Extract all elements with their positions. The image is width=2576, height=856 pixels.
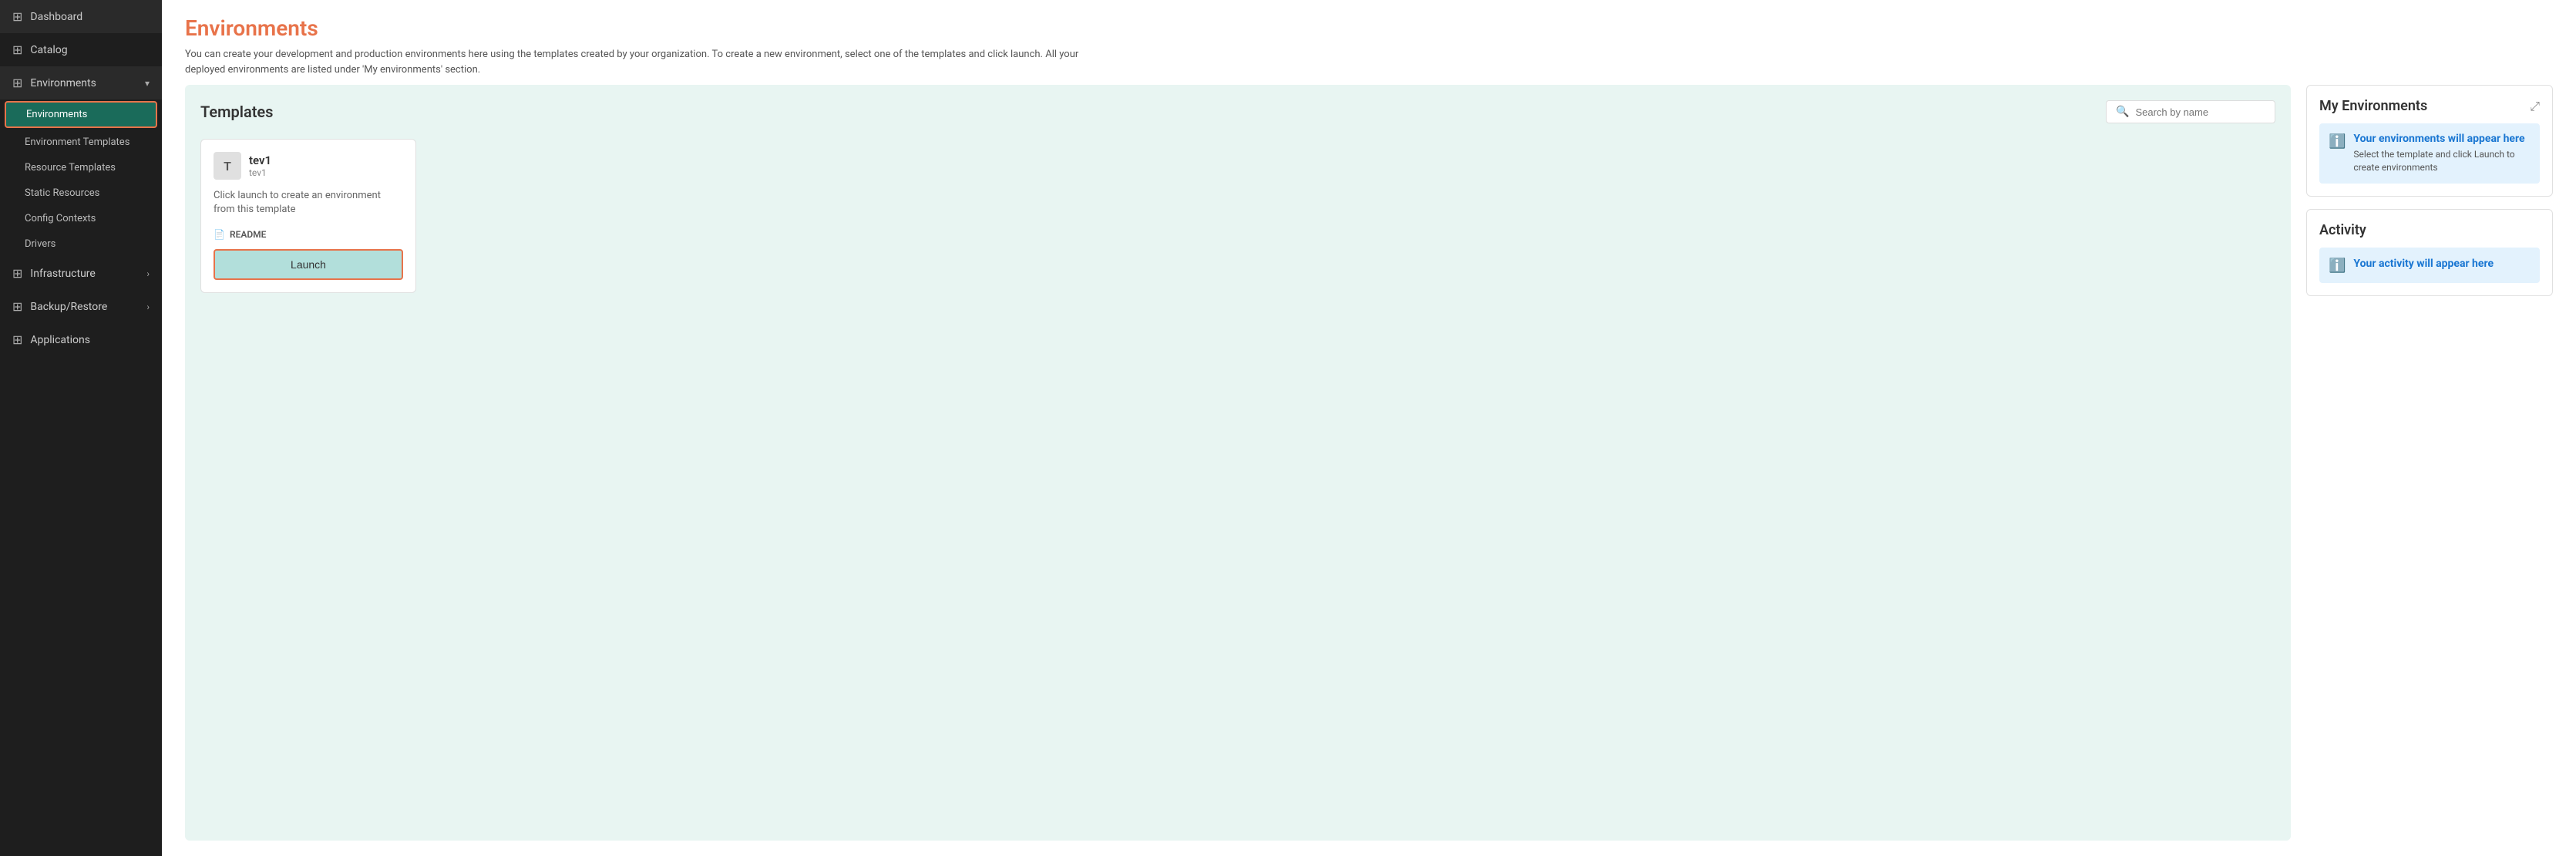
section-title-row: My Environments ⤢ xyxy=(2319,98,2540,114)
environments-icon: ⊞ xyxy=(12,76,22,90)
sidebar-label-resource-templates: Resource Templates xyxy=(25,162,116,174)
launch-button[interactable]: Launch xyxy=(214,249,403,280)
environments-empty-box: ℹ️ Your environments will appear here Se… xyxy=(2319,123,2540,184)
template-card: T tev1 tev1 Click launch to create an en… xyxy=(200,139,416,293)
sidebar-item-dashboard[interactable]: ⊞ Dashboard xyxy=(0,0,162,33)
activity-info-icon: ℹ️ xyxy=(2329,258,2346,274)
chevron-right-icon: › xyxy=(146,268,150,279)
activity-empty-title: Your activity will appear here xyxy=(2353,258,2494,270)
expand-icon[interactable]: ⤢ xyxy=(2530,99,2540,114)
sidebar-item-config-contexts[interactable]: Config Contexts xyxy=(0,206,162,231)
sidebar-label-catalog: Catalog xyxy=(30,44,67,56)
sidebar-label-backup: Backup/Restore xyxy=(30,301,107,313)
sidebar-label-config-contexts: Config Contexts xyxy=(25,213,96,224)
templates-panel: Templates 🔍 T tev1 tev1 Click launch to … xyxy=(185,85,2291,841)
infrastructure-icon: ⊞ xyxy=(12,266,22,281)
template-info: tev1 tev1 xyxy=(249,153,271,178)
chevron-down-icon: ▾ xyxy=(145,78,150,89)
info-icon: ℹ️ xyxy=(2329,133,2346,150)
sidebar-label-environments-sub: Environments xyxy=(26,109,87,120)
readme-icon: 📄 xyxy=(214,229,225,240)
page-description: You can create your development and prod… xyxy=(185,47,1110,77)
sidebar: ⊞ Dashboard ⊞ Catalog ⊞ Environments ▾ E… xyxy=(0,0,162,856)
readme-label: README xyxy=(230,229,266,240)
sidebar-label-drivers: Drivers xyxy=(25,238,55,250)
right-panel: My Environments ⤢ ℹ️ Your environments w… xyxy=(2306,85,2553,841)
template-name: tev1 xyxy=(249,153,271,167)
template-card-header: T tev1 tev1 xyxy=(214,152,403,180)
backup-icon: ⊞ xyxy=(12,299,22,314)
sidebar-item-backup-restore[interactable]: ⊞ Backup/Restore › xyxy=(0,290,162,323)
content-area: Templates 🔍 T tev1 tev1 Click launch to … xyxy=(162,85,2576,856)
my-environments-section: My Environments ⤢ ℹ️ Your environments w… xyxy=(2306,85,2553,197)
search-box[interactable]: 🔍 xyxy=(2106,100,2275,123)
sidebar-item-resource-templates[interactable]: Resource Templates xyxy=(0,155,162,180)
page-header: Environments You can create your develop… xyxy=(162,0,2576,85)
template-description: Click launch to create an environment fr… xyxy=(214,189,403,217)
sidebar-label-env-templates: Environment Templates xyxy=(25,136,129,148)
sidebar-item-environment-templates[interactable]: Environment Templates xyxy=(0,130,162,155)
environments-empty-text: Your environments will appear here Selec… xyxy=(2353,133,2531,174)
activity-empty-box: ℹ️ Your activity will appear here xyxy=(2319,248,2540,283)
sidebar-label-environments: Environments xyxy=(30,77,96,89)
sidebar-label-static-resources: Static Resources xyxy=(25,187,99,199)
environments-empty-subtitle: Select the template and click Launch to … xyxy=(2353,148,2531,174)
activity-title: Activity xyxy=(2319,222,2540,238)
chevron-right-icon-2: › xyxy=(146,302,150,312)
sidebar-label-infrastructure: Infrastructure xyxy=(30,268,95,280)
templates-header: Templates 🔍 xyxy=(200,100,2275,123)
my-environments-title: My Environments xyxy=(2319,98,2427,114)
sidebar-item-environments[interactable]: Environments xyxy=(5,101,157,128)
catalog-icon: ⊞ xyxy=(12,42,22,57)
applications-icon: ⊞ xyxy=(12,332,22,347)
templates-title: Templates xyxy=(200,103,273,121)
main-content: Environments You can create your develop… xyxy=(162,0,2576,856)
template-sub: tev1 xyxy=(249,167,271,178)
sidebar-item-infrastructure[interactable]: ⊞ Infrastructure › xyxy=(0,257,162,290)
template-avatar: T xyxy=(214,152,241,180)
sidebar-item-static-resources[interactable]: Static Resources xyxy=(0,180,162,206)
search-input[interactable] xyxy=(2135,106,2265,118)
template-readme: 📄 README xyxy=(214,229,403,240)
environments-empty-title: Your environments will appear here xyxy=(2353,133,2531,145)
activity-section: Activity ℹ️ Your activity will appear he… xyxy=(2306,209,2553,296)
sidebar-label-applications: Applications xyxy=(30,334,90,346)
search-icon: 🔍 xyxy=(2116,106,2129,118)
sidebar-item-catalog[interactable]: ⊞ Catalog xyxy=(0,33,162,66)
sidebar-item-applications[interactable]: ⊞ Applications xyxy=(0,323,162,356)
sidebar-label-dashboard: Dashboard xyxy=(30,11,82,23)
dashboard-icon: ⊞ xyxy=(12,9,22,24)
page-title: Environments xyxy=(185,15,2553,41)
sidebar-item-drivers[interactable]: Drivers xyxy=(0,231,162,257)
sidebar-item-environments-group[interactable]: ⊞ Environments ▾ xyxy=(0,66,162,99)
